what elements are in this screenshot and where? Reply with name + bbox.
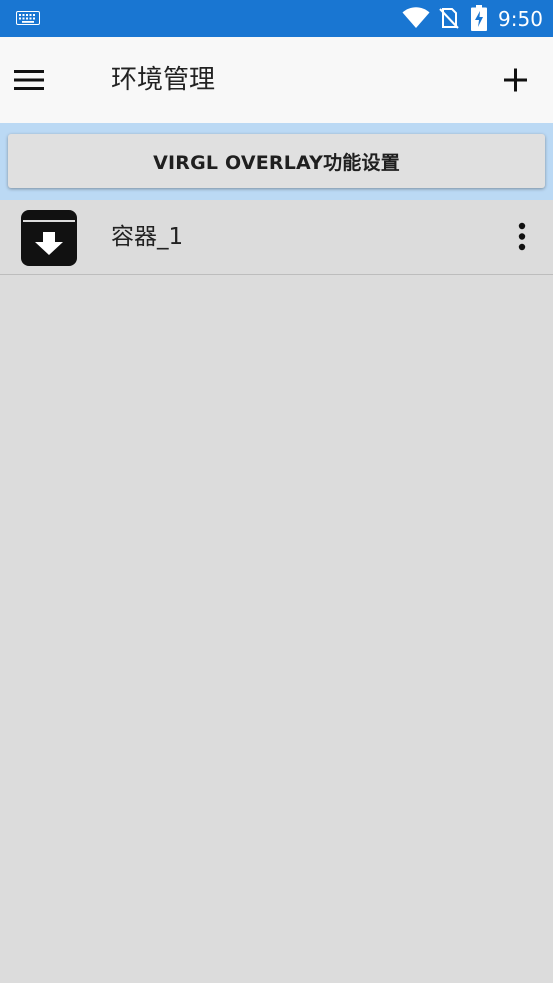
container-label: 容器_1 bbox=[111, 224, 184, 250]
app-bar: 环境管理 bbox=[0, 37, 553, 123]
status-bar: 9:50 bbox=[0, 0, 553, 37]
battery-charging-icon bbox=[471, 5, 487, 31]
more-vertical-icon[interactable] bbox=[505, 217, 539, 257]
no-sim-icon bbox=[437, 6, 461, 30]
list-item[interactable]: 容器_1 bbox=[0, 200, 553, 275]
virgl-bar: VIRGL OVERLAY功能设置 bbox=[0, 123, 553, 200]
menu-icon[interactable] bbox=[14, 58, 58, 102]
wifi-icon bbox=[402, 7, 430, 29]
container-list: 容器_1 bbox=[0, 200, 553, 275]
archive-download-icon bbox=[21, 210, 77, 266]
virgl-overlay-settings-button[interactable]: VIRGL OVERLAY功能设置 bbox=[8, 134, 545, 188]
add-icon[interactable] bbox=[494, 58, 538, 102]
status-time: 9:50 bbox=[498, 7, 543, 31]
page-title: 环境管理 bbox=[111, 65, 216, 95]
keyboard-icon bbox=[16, 11, 40, 25]
